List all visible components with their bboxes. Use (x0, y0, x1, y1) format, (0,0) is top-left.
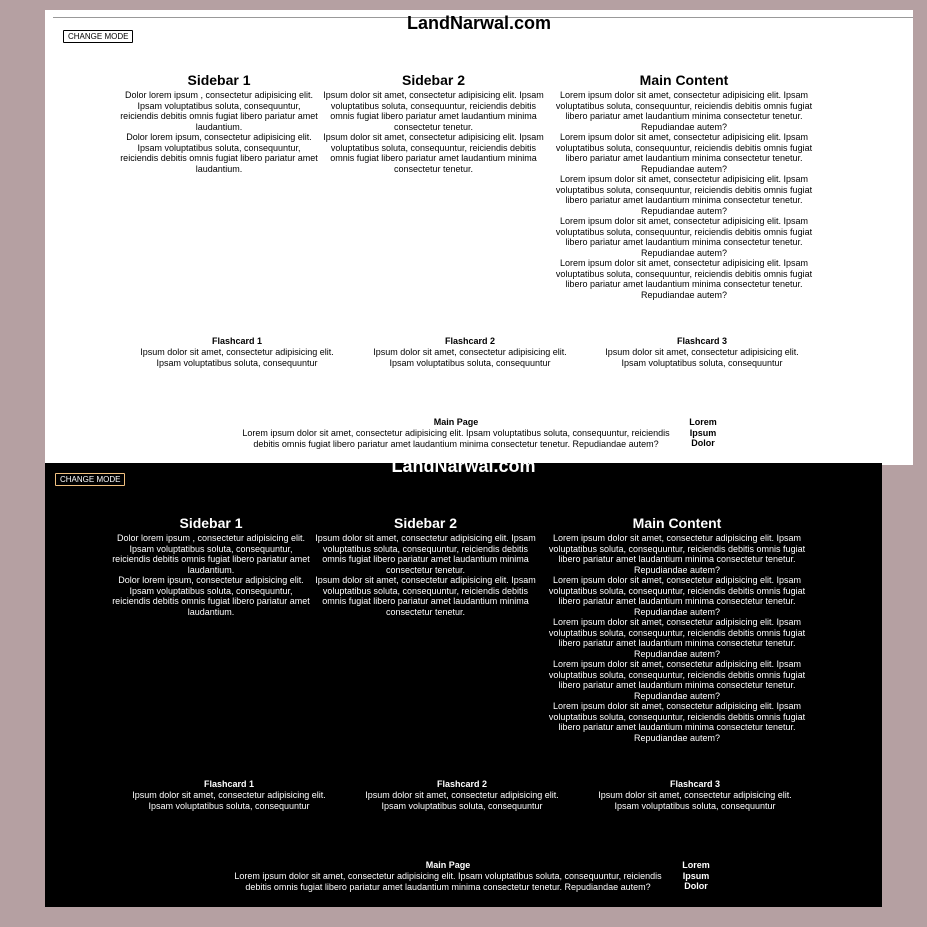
sidebar-1-paragraph: Dolor lorem ipsum , consectetur adipisic… (120, 90, 318, 132)
main-content: Main Content Lorem ipsum dolor sit amet,… (550, 73, 818, 300)
dark-mode-panel: LandNarwal.com CHANGE MODE Sidebar 1 Dol… (45, 463, 882, 907)
main-content-paragraph: Lorem ipsum dolor sit amet, consectetur … (548, 533, 806, 575)
side-words: Lorem Ipsum Dolor (683, 417, 723, 449)
main-content-title: Main Content (639, 72, 729, 88)
main-content-paragraph: Lorem ipsum dolor sit amet, consectetur … (548, 659, 806, 701)
sidebar-1: Sidebar 1 Dolor lorem ipsum , consectetu… (119, 73, 319, 174)
main-page: Main Page Lorem ipsum dolor sit amet, co… (223, 860, 673, 892)
change-mode-button[interactable]: CHANGE MODE (63, 30, 134, 43)
flashcard-3: Flashcard 3 Ipsum dolor sit amet, consec… (592, 336, 812, 368)
sidebar-2-paragraph: Ipsum dolor sit amet, consectetur adipis… (323, 90, 544, 132)
sidebar-1: Sidebar 1 Dolor lorem ipsum , consectetu… (111, 516, 311, 617)
flashcard-1-text: Ipsum dolor sit amet, consectetur adipis… (140, 347, 334, 368)
flashcard-3-text: Ipsum dolor sit amet, consectetur adipis… (598, 790, 792, 811)
flashcard-2-title: Flashcard 2 (444, 336, 496, 346)
flashcard-2-title: Flashcard 2 (436, 779, 488, 789)
sidebar-2: Sidebar 2 Ipsum dolor sit amet, consecte… (318, 73, 549, 174)
flashcard-1-title: Flashcard 1 (203, 779, 255, 789)
side-word: Ipsum (689, 427, 717, 438)
flashcard-1: Flashcard 1 Ipsum dolor sit amet, consec… (127, 336, 347, 368)
sidebar-2-title: Sidebar 2 (393, 515, 458, 531)
flashcard-1: Flashcard 1 Ipsum dolor sit amet, consec… (119, 779, 339, 811)
flashcard-2: Flashcard 2 Ipsum dolor sit amet, consec… (352, 779, 572, 811)
sidebar-1-paragraph: Dolor lorem ipsum, consectetur adipisici… (112, 575, 310, 617)
sidebar-2-paragraph: Ipsum dolor sit amet, consectetur adipis… (323, 132, 544, 174)
side-word: Lorem (682, 860, 710, 870)
sidebar-2-title: Sidebar 2 (401, 72, 466, 88)
sidebar-1-paragraph: Dolor lorem ipsum, consectetur adipisici… (120, 132, 318, 174)
sidebar-1-paragraph: Dolor lorem ipsum , consectetur adipisic… (112, 533, 310, 575)
flashcard-3-title: Flashcard 3 (676, 336, 728, 346)
main-content-paragraph: Lorem ipsum dolor sit amet, consectetur … (555, 216, 813, 258)
flashcard-1-title: Flashcard 1 (211, 336, 263, 346)
main-content-paragraph: Lorem ipsum dolor sit amet, consectetur … (548, 575, 806, 617)
light-mode-panel: LandNarwal.com CHANGE MODE Sidebar 1 Dol… (45, 10, 913, 465)
sidebar-2: Sidebar 2 Ipsum dolor sit amet, consecte… (310, 516, 541, 617)
main-content-paragraph: Lorem ipsum dolor sit amet, consectetur … (555, 132, 813, 174)
flashcard-2-text: Ipsum dolor sit amet, consectetur adipis… (373, 347, 567, 368)
sidebar-2-paragraph: Ipsum dolor sit amet, consectetur adipis… (315, 533, 536, 575)
site-title: LandNarwal.com (406, 13, 552, 33)
main-page-title: Main Page (433, 417, 479, 427)
main-page: Main Page Lorem ipsum dolor sit amet, co… (231, 417, 681, 449)
flashcard-3: Flashcard 3 Ipsum dolor sit amet, consec… (585, 779, 805, 811)
flashcard-3-title: Flashcard 3 (669, 779, 721, 789)
site-title: LandNarwal.com (391, 463, 536, 476)
flashcard-3-text: Ipsum dolor sit amet, consectetur adipis… (605, 347, 799, 368)
side-words: Lorem Ipsum Dolor (676, 860, 716, 892)
sidebar-1-title: Sidebar 1 (187, 72, 251, 88)
main-content-paragraph: Lorem ipsum dolor sit amet, consectetur … (555, 174, 813, 216)
side-word: Lorem (689, 417, 717, 427)
main-content-paragraph: Lorem ipsum dolor sit amet, consectetur … (555, 90, 813, 132)
sidebar-2-paragraph: Ipsum dolor sit amet, consectetur adipis… (315, 575, 536, 617)
main-content-paragraph: Lorem ipsum dolor sit amet, consectetur … (555, 258, 813, 300)
side-word: Dolor (684, 881, 708, 891)
side-word: Dolor (691, 438, 715, 448)
main-page-title: Main Page (425, 860, 471, 870)
main-page-text: Lorem ipsum dolor sit amet, consectetur … (234, 871, 662, 892)
flashcard-2: Flashcard 2 Ipsum dolor sit amet, consec… (360, 336, 580, 368)
main-content-paragraph: Lorem ipsum dolor sit amet, consectetur … (548, 701, 806, 743)
sidebar-1-title: Sidebar 1 (179, 515, 243, 531)
main-content-paragraph: Lorem ipsum dolor sit amet, consectetur … (548, 617, 806, 659)
change-mode-button[interactable]: CHANGE MODE (55, 473, 126, 486)
main-content-title: Main Content (632, 515, 722, 531)
main-page-text: Lorem ipsum dolor sit amet, consectetur … (242, 428, 670, 449)
side-word: Ipsum (682, 870, 710, 881)
flashcard-1-text: Ipsum dolor sit amet, consectetur adipis… (132, 790, 326, 811)
flashcard-2-text: Ipsum dolor sit amet, consectetur adipis… (365, 790, 559, 811)
main-content: Main Content Lorem ipsum dolor sit amet,… (543, 516, 811, 743)
